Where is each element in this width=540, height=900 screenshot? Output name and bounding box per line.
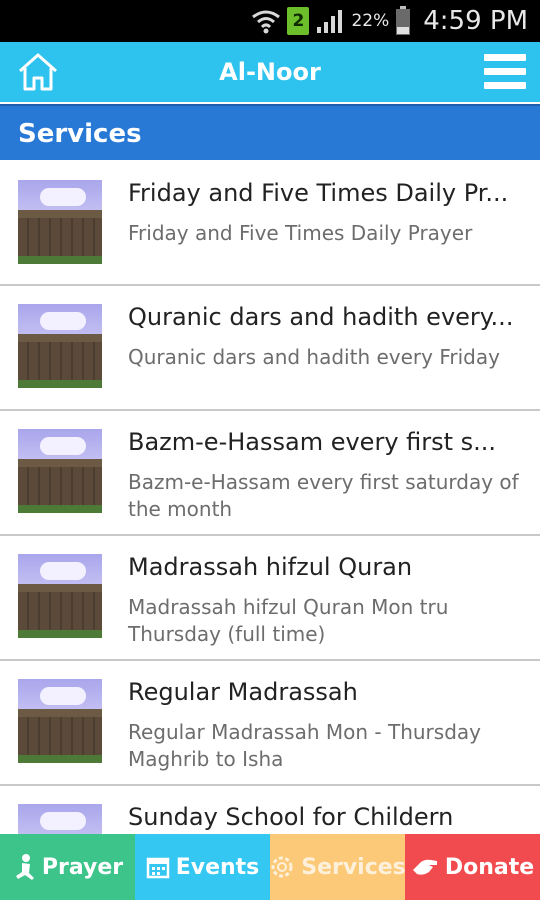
service-title: Sunday School for Childern [128,803,454,831]
status-icons: 2 22% 4:59 PM [251,4,528,38]
gear-icon [271,856,293,878]
service-title: Bazm-e-Hassam every first s... [128,428,497,456]
mosque-thumbnail [18,554,102,638]
wifi-icon [252,10,281,34]
service-item[interactable]: Regular Madrassah Regular Madrassah Mon … [0,661,540,786]
section-title: Services [0,104,540,160]
service-title: Quranic dars and hadith every... [128,303,514,331]
status-bar: 2 22% 4:59 PM [0,0,540,42]
tab-prayer-label: Prayer [41,854,124,880]
battery-percent: 22% [351,11,390,31]
mosque-thumbnail [18,804,102,834]
service-title: Regular Madrassah [128,678,358,706]
mosque-thumbnail [18,304,102,388]
service-item[interactable]: Quranic dars and hadith every... Quranic… [0,286,540,411]
hand-icon [412,859,437,875]
tab-services[interactable]: Services [270,834,406,900]
service-item[interactable]: Sunday School for Childern [0,786,540,834]
tab-donate-label: Donate [444,854,535,880]
tab-events[interactable]: Events [135,834,270,900]
app-title: Al-Noor [219,58,321,86]
service-subtitle: Quranic dars and hadith every Friday [128,345,500,369]
service-subtitle: Friday and Five Times Daily Prayer [128,221,473,245]
service-item[interactable]: Friday and Five Times Daily Pr... Friday… [0,162,540,286]
service-item[interactable]: Madrassah hifzul Quran Madrassah hifzul … [0,536,540,661]
tab-donate[interactable]: Donate [405,834,540,900]
tab-events-label: Events [175,854,260,880]
tab-prayer[interactable]: Prayer [0,834,135,900]
services-list: Friday and Five Times Daily Pr... Friday… [0,162,540,834]
praying-person-icon [15,854,34,880]
service-subtitle: Regular Madrassah Mon - Thursday Maghrib… [128,720,481,771]
sim-slot-badge: 2 [287,7,310,35]
service-subtitle: Bazm-e-Hassam every first saturday of th… [128,470,519,521]
mosque-thumbnail [18,679,102,763]
bottom-nav: Prayer Events Services Donate [0,834,540,900]
app-bar: Al-Noor [0,42,540,102]
service-item[interactable]: Bazm-e-Hassam every first s... Bazm-e-Ha… [0,411,540,536]
service-title: Friday and Five Times Daily Pr... [128,179,509,207]
calendar-icon [146,857,169,879]
mosque-thumbnail [18,180,102,264]
service-title: Madrassah hifzul Quran [128,553,413,581]
clock: 4:59 PM [423,6,528,36]
battery-icon [396,6,411,35]
cell-signal-icon [317,10,343,33]
service-subtitle: Madrassah hifzul Quran Mon tru Thursday … [128,595,449,646]
hamburger-menu-icon[interactable] [484,54,526,90]
tab-services-label: Services [301,854,406,880]
mosque-thumbnail [18,429,102,513]
